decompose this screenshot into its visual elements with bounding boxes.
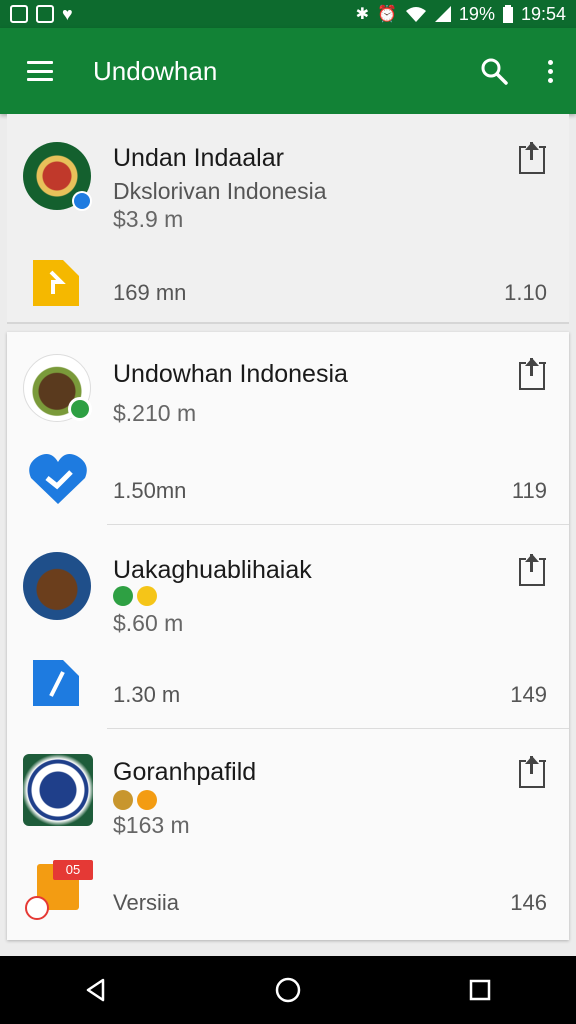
app-bar: Undowhan [0, 28, 576, 114]
seal-icon [23, 754, 93, 826]
bluetooth-icon: ✱ [355, 6, 369, 23]
badge-group [113, 586, 157, 606]
entry-meta: 1.50mn [113, 478, 187, 503]
entry-meta: Versiia [113, 890, 180, 915]
list-item[interactable]: Undowhan Indonesia $.210 m 1.50mn 119 [7, 332, 569, 526]
entry-title: Uakaghuablihaiak [113, 556, 312, 584]
image-notification-icon [36, 5, 54, 23]
entry-count: 1.10 [504, 280, 547, 305]
navigation-bar [0, 956, 576, 1024]
food-icon [23, 552, 91, 620]
recent-apps-icon[interactable] [467, 977, 493, 1003]
entry-count: 146 [510, 890, 547, 915]
search-button[interactable] [464, 28, 524, 114]
divider [107, 524, 569, 525]
share-button[interactable] [518, 756, 546, 788]
heart-icon [29, 454, 87, 504]
app-list: Undan Indaalar Dkslorivan Indonesia $3.9… [0, 114, 576, 956]
yellow-badge-icon [137, 586, 157, 606]
badge-label: 05 [53, 860, 93, 880]
orange-badge-icon [137, 790, 157, 810]
entry-count: 119 [511, 478, 547, 503]
entry-amount: $.210 m [113, 400, 197, 426]
entry-title: Goranhpafild [113, 758, 257, 786]
verified-badge-icon [72, 191, 92, 211]
entry-title: Undowhan Indonesia [113, 360, 348, 388]
alarm-icon: ⏰ [377, 6, 397, 23]
battery-percent: 19% [458, 3, 495, 24]
entry-title: Undan Indaalar [113, 144, 284, 172]
entry-amount: $163 m [113, 812, 190, 838]
share-button[interactable] [518, 554, 546, 586]
entries-card: Undowhan Indonesia $.210 m 1.50mn 119 Ua… [7, 332, 569, 940]
app-title: Undowhan [93, 55, 218, 86]
download-icon [33, 260, 79, 306]
green-badge-icon [113, 586, 133, 606]
entry-amount: $.60 m [113, 610, 184, 636]
home-icon[interactable] [274, 976, 302, 1004]
clock: 19:54 [520, 3, 566, 24]
badge-group [113, 790, 157, 810]
entry-amount: $3.9 m [113, 206, 184, 232]
entry-meta: 1.30 m [113, 682, 181, 707]
bronze-badge-icon [113, 790, 133, 810]
document-icon [33, 660, 79, 706]
list-item[interactable]: Undan Indaalar Dkslorivan Indonesia $3.9… [7, 114, 569, 324]
hamburger-icon [27, 61, 53, 81]
menu-button[interactable] [0, 28, 80, 114]
signal-icon [434, 6, 451, 22]
share-button[interactable] [518, 142, 546, 174]
entry-meta: 169 mn [113, 280, 187, 305]
heart-notification-icon: ♥ [62, 4, 73, 24]
search-icon [481, 58, 508, 85]
badge-icon [68, 397, 92, 421]
status-bar: ♥ ✱ ⏰ 19% 19:54 [0, 0, 576, 28]
list-item[interactable]: Goranhpafild $163 m 05 Versiia 146 [7, 730, 569, 940]
notification-icon [10, 5, 28, 23]
back-icon[interactable] [83, 977, 109, 1003]
divider [107, 728, 569, 729]
wifi-icon [405, 7, 426, 22]
battery-icon [502, 5, 513, 23]
share-button[interactable] [518, 358, 546, 390]
entry-count: 149 [510, 682, 547, 707]
more-options-button[interactable] [524, 28, 576, 114]
more-vert-icon [547, 59, 553, 83]
alert-icon [25, 896, 49, 920]
entry-subtitle: Dkslorivan Indonesia [113, 178, 327, 204]
list-item[interactable]: Uakaghuablihaiak $.60 m 1.30 m 149 [7, 526, 569, 730]
